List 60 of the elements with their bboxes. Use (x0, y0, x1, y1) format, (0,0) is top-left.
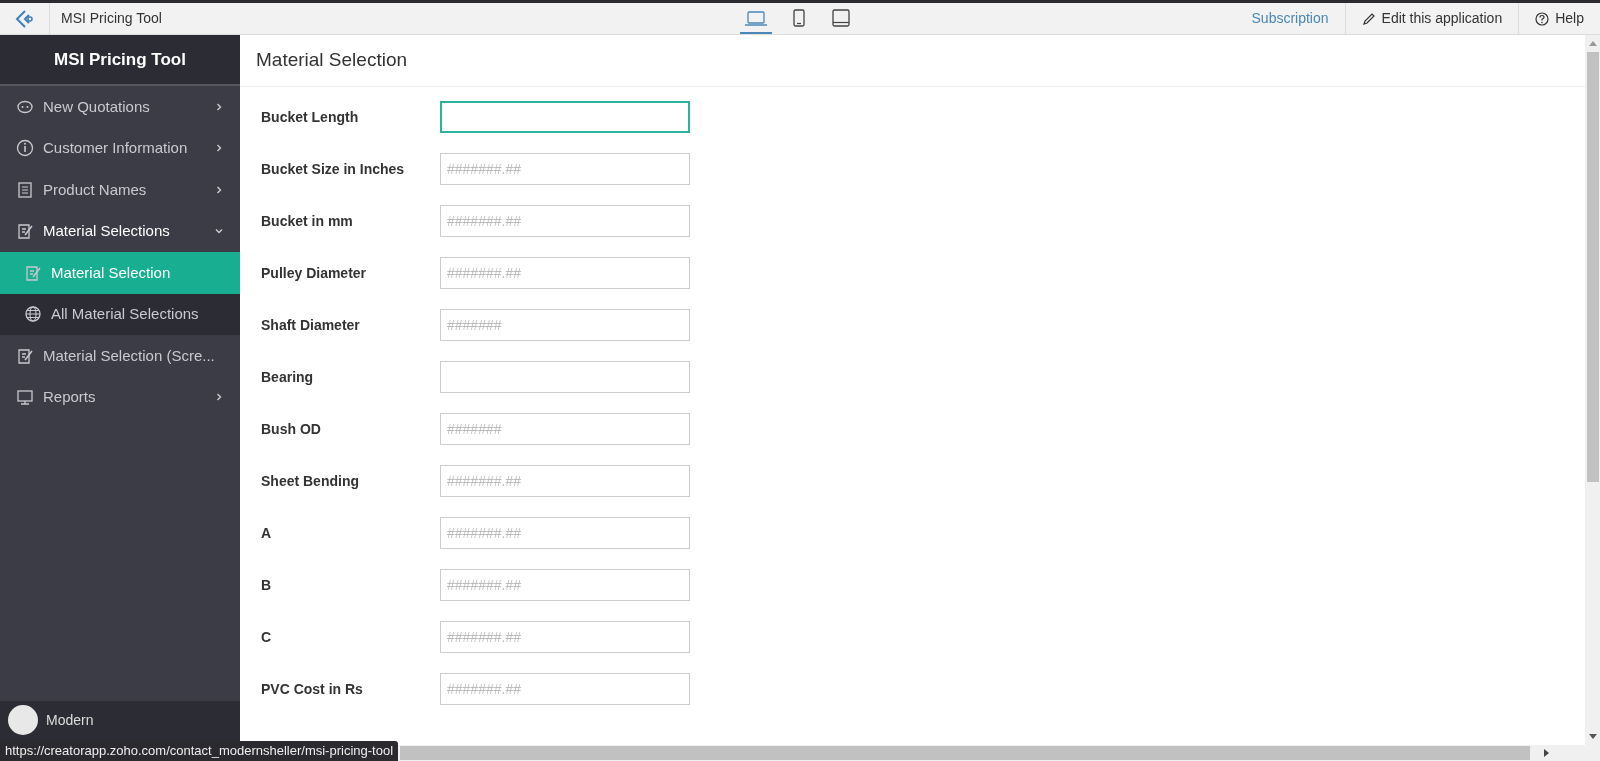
sidebar-title: MSI Pricing Tool (54, 48, 186, 71)
field-label: Sheet Bending (261, 471, 360, 491)
field-label: PVC Cost in Rs (261, 679, 364, 699)
globe-icon (24, 305, 42, 324)
nav-item[interactable]: Material Selections (0, 210, 240, 252)
input-field[interactable]: #######.## (440, 569, 690, 601)
input-field[interactable]: #######.## (440, 205, 690, 237)
chevron-right-icon (214, 101, 224, 112)
input-field[interactable]: ####### (440, 413, 690, 445)
input-field[interactable]: #######.## (440, 517, 690, 549)
input-field[interactable]: ####### (440, 309, 690, 341)
chevron-right-icon (214, 392, 224, 403)
input-field[interactable]: #######.## (440, 621, 690, 653)
nav-subitem[interactable]: All Material Selections (0, 293, 240, 335)
input-field[interactable]: #######.## (440, 257, 690, 289)
nav-item[interactable]: Customer Information (0, 127, 240, 169)
scroll-right-icon[interactable] (1544, 749, 1549, 757)
tablet-icon (829, 7, 852, 28)
scrollbar-thumb[interactable] (1586, 52, 1599, 482)
chevron-right-icon (214, 184, 224, 195)
nav-item[interactable]: New Quotations (0, 86, 240, 128)
field-label: Pulley Diameter (261, 263, 368, 283)
user-name: Modern (46, 710, 94, 730)
form-icon (16, 346, 34, 365)
subscription-link[interactable]: Subscription (1235, 8, 1345, 29)
field-label: Bush OD (261, 419, 322, 439)
scrollbar-thumb[interactable] (400, 746, 1530, 760)
input-field[interactable] (440, 361, 690, 393)
field-label: A (261, 523, 273, 543)
form-icon (24, 263, 42, 282)
logo-icon[interactable] (14, 8, 35, 29)
input-field[interactable]: #######.## (440, 153, 690, 185)
field-label: Bearing (261, 367, 315, 387)
avatar[interactable] (8, 705, 38, 735)
nav-item[interactable]: Product Names (0, 169, 240, 211)
scroll-down-icon[interactable] (1588, 734, 1597, 739)
pencil-icon (1361, 11, 1376, 26)
field-label: Bucket Size in Inches (261, 159, 406, 179)
app-title: MSI Pricing Tool (61, 9, 162, 28)
field-label: Shaft Diameter (261, 315, 361, 335)
edit-application-button[interactable]: Edit this application (1344, 3, 1519, 34)
nav-item[interactable]: Material Selection (Scre... (0, 335, 240, 377)
form-title: Material Selection (256, 48, 408, 73)
input-field[interactable]: #######.## (440, 465, 690, 497)
nav-item[interactable]: Reports (0, 376, 240, 418)
list-icon (16, 180, 34, 199)
field-label: C (261, 627, 273, 647)
chevron-right-icon (214, 143, 224, 154)
form-icon (16, 222, 34, 241)
info-icon (16, 139, 34, 158)
input-field[interactable]: #######.## (440, 673, 690, 705)
monitor-icon (16, 388, 34, 407)
help-button[interactable]: Help (1518, 3, 1600, 34)
field-label: Bucket in mm (261, 211, 354, 231)
scroll-up-icon[interactable] (1588, 41, 1597, 46)
help-icon (1535, 11, 1550, 26)
field-label: B (261, 575, 273, 595)
input-field[interactable] (440, 101, 690, 133)
field-label: Bucket Length (261, 107, 360, 127)
status-url-tooltip: https://creatorapp.zoho.com/contact_modernsheller/msi-pricing-tool (0, 741, 398, 761)
